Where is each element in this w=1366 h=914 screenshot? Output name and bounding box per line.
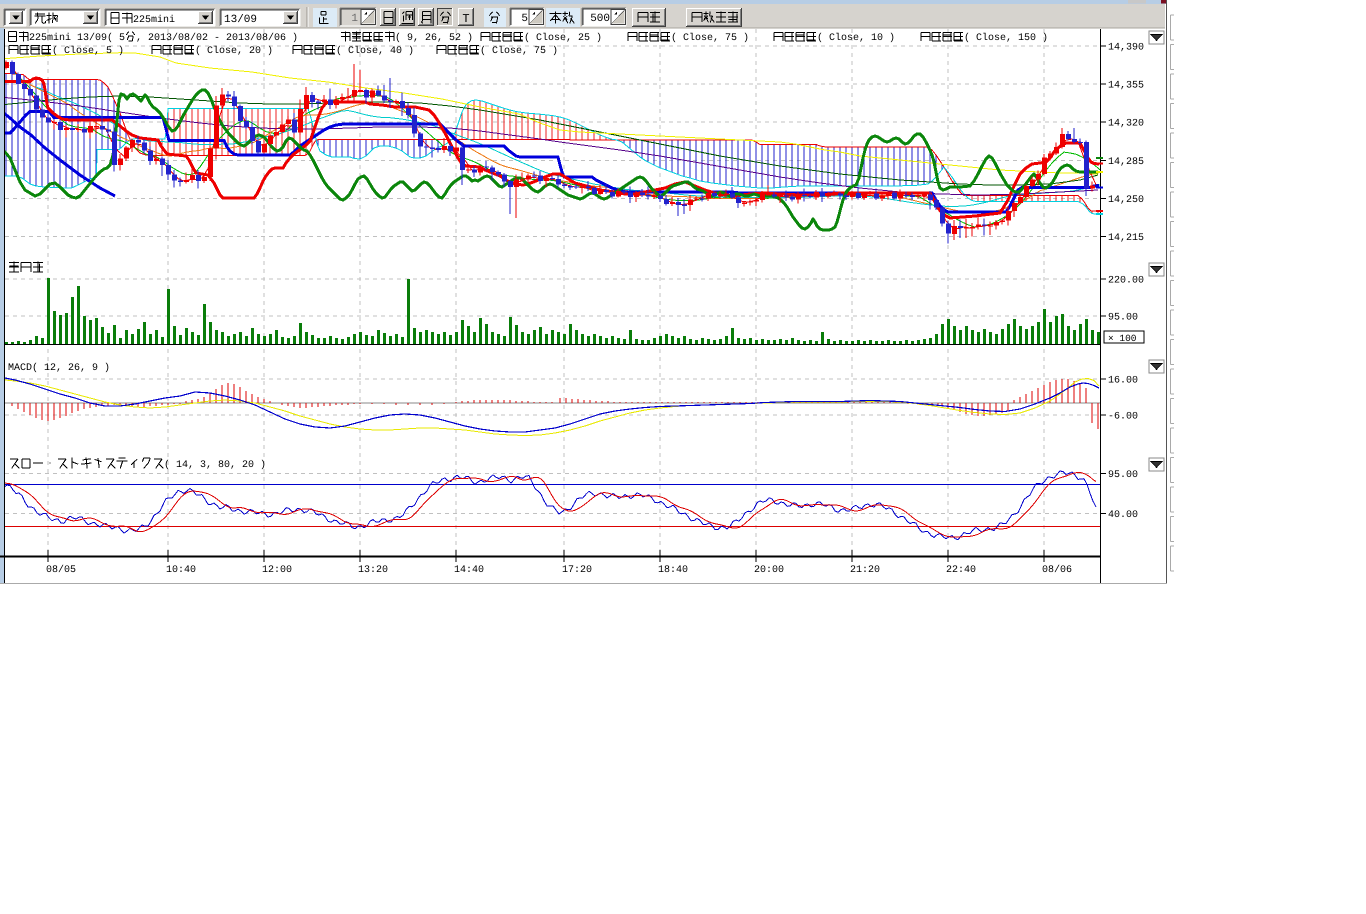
svg-text:18:40: 18:40	[658, 565, 688, 576]
svg-text:( Close, 20 ): ( Close, 20 )	[195, 45, 273, 57]
svg-text:225mini: 225mini	[133, 14, 175, 26]
svg-text:14,355: 14,355	[1108, 81, 1144, 92]
svg-text:T: T	[462, 12, 469, 26]
svg-text:( Close, 10 ): ( Close, 10 )	[817, 32, 895, 44]
svg-text:5: 5	[521, 13, 528, 25]
svg-text:14,215: 14,215	[1108, 233, 1144, 244]
svg-text:( Close, 75 ): ( Close, 75 )	[480, 45, 558, 57]
svg-text:08/05: 08/05	[46, 564, 76, 576]
svg-text:20:00: 20:00	[754, 565, 784, 576]
svg-text:14,390: 14,390	[1108, 43, 1144, 54]
svg-text:( Close, 75 ): ( Close, 75 )	[671, 32, 749, 44]
svg-text:( 14, 3, 80, 20 ): ( 14, 3, 80, 20 )	[164, 459, 266, 471]
svg-text:× 100: × 100	[1108, 333, 1137, 344]
svg-text:-6.00: -6.00	[1108, 412, 1138, 423]
svg-text:225mini 13/09( 5: 225mini 13/09( 5	[29, 32, 125, 44]
svg-text:( Close, 40 ): ( Close, 40 )	[336, 45, 414, 57]
svg-text:14,285: 14,285	[1108, 157, 1144, 168]
svg-text:14,250: 14,250	[1108, 195, 1144, 206]
svg-text:13/09: 13/09	[224, 14, 257, 26]
svg-text:14,320: 14,320	[1108, 119, 1144, 130]
svg-text:40.00: 40.00	[1108, 510, 1138, 521]
svg-text:10:40: 10:40	[166, 565, 196, 576]
svg-text:22:40: 22:40	[946, 565, 976, 576]
svg-text:( Close, 25 ): ( Close, 25 )	[524, 32, 602, 44]
svg-text:( Close, 5 ): ( Close, 5 )	[52, 45, 124, 57]
svg-text:21:20: 21:20	[850, 565, 880, 576]
svg-text:500: 500	[590, 13, 610, 25]
svg-text:( Close, 150 ): ( Close, 150 )	[964, 32, 1048, 44]
svg-text:16.00: 16.00	[1108, 376, 1138, 387]
svg-text:, 2013/08/02 - 2013/08/06 ): , 2013/08/02 - 2013/08/06 )	[136, 32, 298, 44]
svg-text:13:20: 13:20	[358, 565, 388, 576]
svg-text:95.00: 95.00	[1108, 313, 1138, 324]
svg-text:1: 1	[351, 13, 358, 25]
svg-text:( 9, 26, 52 ): ( 9, 26, 52 )	[395, 32, 473, 44]
svg-text:MACD( 12, 26, 9 ): MACD( 12, 26, 9 )	[8, 362, 110, 374]
svg-text:14:40: 14:40	[454, 565, 484, 576]
svg-text:220.00: 220.00	[1108, 276, 1144, 287]
svg-text:95.00: 95.00	[1108, 470, 1138, 481]
svg-text:12:00: 12:00	[262, 565, 292, 576]
svg-text:08/06: 08/06	[1042, 564, 1072, 576]
svg-text:17:20: 17:20	[562, 565, 592, 576]
